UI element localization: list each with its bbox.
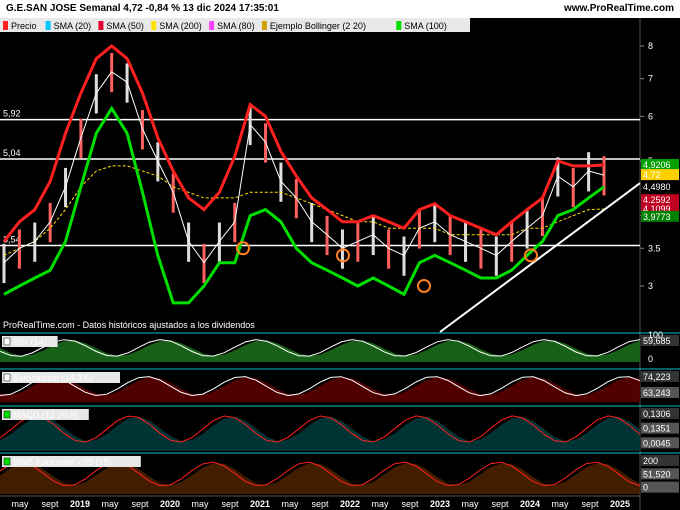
price-tick-label-5: 3.5	[648, 243, 661, 253]
level-label-0: 5,92	[3, 109, 21, 119]
legend-swatch-5	[261, 21, 267, 30]
value-tag-1: 4,72	[643, 170, 661, 180]
legend-label-4: SMA (80)	[217, 21, 255, 31]
x-tick-14: 2023	[430, 499, 450, 509]
price-tick-label-6: 3	[648, 281, 653, 291]
value-tag-5: 3,9773	[643, 212, 671, 222]
panel-label-koncorde: Blai5 Koncorde v.09 (15)	[13, 457, 111, 467]
panel-value-koncorde-2: 0	[643, 483, 648, 493]
x-tick-20: 2025	[610, 499, 630, 509]
price-tick-label-0: 8	[648, 41, 653, 51]
x-tick-5: 2020	[160, 499, 180, 509]
panel-label-stoch: Estocástico (14 3 5)	[13, 373, 93, 383]
x-tick-7: sept	[221, 499, 239, 509]
value-tag-2: 4,4980	[643, 182, 671, 192]
x-tick-18: may	[551, 499, 569, 509]
panel-label-macd: MACD (12 26 9)	[13, 410, 78, 420]
x-tick-2: 2019	[70, 499, 90, 509]
x-tick-6: may	[191, 499, 209, 509]
legend-label-2: SMA (50)	[106, 21, 144, 31]
x-tick-19: sept	[581, 499, 599, 509]
panel-value-koncorde-1: 51,520	[643, 469, 671, 479]
level-label-1: 5,04	[3, 148, 21, 158]
x-tick-17: 2024	[520, 499, 540, 509]
legend-label-1: SMA (20)	[54, 21, 92, 31]
legend-label-0: Precio	[11, 21, 37, 31]
legend-swatch-2	[98, 21, 104, 30]
panel-value-macd-1: 0,1351	[643, 424, 671, 434]
panel-label-rsi: RSI (14)	[13, 337, 47, 347]
legend-swatch-4	[209, 21, 215, 30]
legend-swatch-3	[151, 21, 157, 30]
panel-swatch-stoch	[3, 373, 11, 382]
legend-label-5: Ejemplo Bollinger (2 20)	[270, 21, 366, 31]
panel-swatch-rsi	[3, 337, 11, 346]
panel-value-stoch-1: 63,243	[643, 388, 671, 398]
panel-tick-rsi-0: 100	[648, 330, 663, 340]
watermark: ProRealTime.com - Datos históricos ajust…	[3, 320, 255, 330]
panel-value-macd-0: 0,1306	[643, 409, 671, 419]
legend-label-6: SMA (100)	[404, 21, 447, 31]
x-tick-9: may	[281, 499, 299, 509]
x-tick-0: may	[11, 499, 29, 509]
legend: Precio SMA (20) SMA (50) SMA (200) SMA (80) E…	[0, 18, 470, 32]
x-tick-4: sept	[131, 499, 149, 509]
price-tick-label-2: 6	[648, 111, 653, 121]
title-bar: G.E.SAN JOSE Semanal 4,72 -0,84 % 13 dic…	[0, 0, 680, 18]
panel-tick-rsi-1: 0	[648, 354, 653, 364]
panel-value-stoch-0: 74,223	[643, 372, 671, 382]
x-tick-13: sept	[401, 499, 419, 509]
legend-swatch-1	[45, 21, 51, 30]
x-tick-3: may	[101, 499, 119, 509]
panel-value-koncorde-0: 200	[643, 456, 658, 466]
legend-swatch-0	[3, 21, 8, 30]
value-tag-0: 4,9206	[643, 160, 671, 170]
site-link[interactable]: www.ProRealTime.com	[564, 3, 674, 14]
legend-swatch-6	[396, 21, 402, 30]
x-tick-15: may	[461, 499, 479, 509]
price-chart[interactable]: Precio SMA (20) SMA (50) SMA (200) SMA (80) E…	[0, 18, 680, 510]
x-tick-12: may	[371, 499, 389, 509]
legend-label-3: SMA (200)	[159, 21, 202, 31]
x-tick-8: 2021	[250, 499, 270, 509]
panel-value-macd-2: 0,0045	[643, 438, 671, 448]
price-tick-label-1: 7	[648, 74, 653, 84]
x-tick-16: sept	[491, 499, 509, 509]
panel-swatch-macd	[3, 410, 11, 419]
panel-swatch-koncorde	[3, 457, 11, 466]
x-tick-11: 2022	[340, 499, 360, 509]
chart-title: G.E.SAN JOSE Semanal 4,72 -0,84 % 13 dic…	[6, 3, 279, 14]
x-tick-1: sept	[41, 499, 59, 509]
x-tick-10: sept	[311, 499, 329, 509]
